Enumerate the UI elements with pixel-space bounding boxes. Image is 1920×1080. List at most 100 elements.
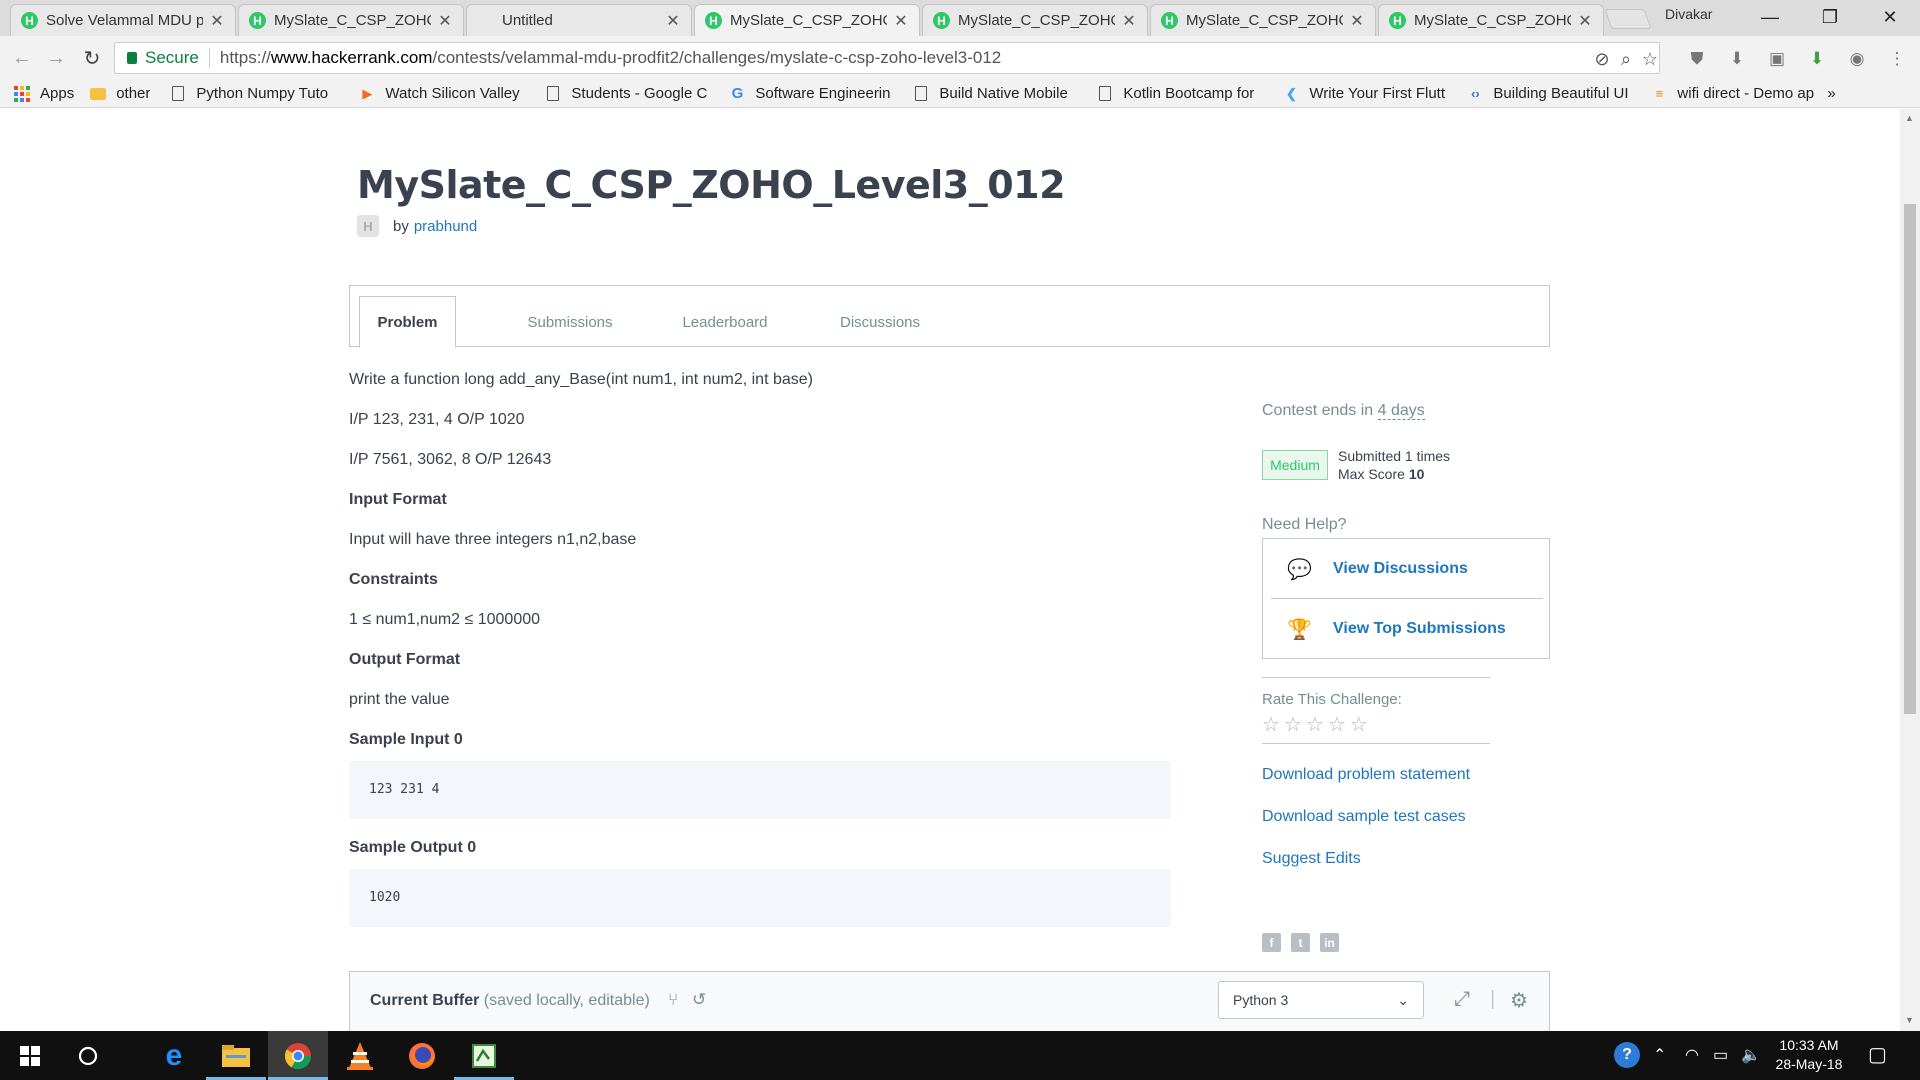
chevron-up-icon[interactable]: ⌃ <box>1653 1045 1666 1065</box>
view-discussions-link[interactable]: 💬 View Discussions <box>1287 544 1468 594</box>
close-tab-icon[interactable]: ✕ <box>437 11 453 31</box>
chrome-menu-icon[interactable]: ⋮ <box>1886 48 1908 70</box>
scrollbar-thumb[interactable] <box>1904 204 1916 714</box>
clock[interactable]: 10:33 AM 28-May-18 <box>1764 1036 1854 1074</box>
bookmark-building-beautiful-ui[interactable]: ‹› Building Beautiful UI <box>1467 85 1637 102</box>
idm-extension-icon[interactable]: ⬇ <box>1806 48 1828 70</box>
download-statement-link[interactable]: Download problem statement <box>1262 766 1470 784</box>
close-tab-icon[interactable]: ✕ <box>1121 11 1137 31</box>
forward-arrow-icon[interactable]: → <box>42 44 70 72</box>
stackoverflow-icon: ≡ <box>1655 86 1664 101</box>
password-extension-icon[interactable]: ▣ <box>1766 48 1788 70</box>
bookmark-software-engineering[interactable]: G Software Engineerin <box>729 85 899 102</box>
bookmark-kotlin-bootcamp[interactable]: Kotlin Bootcamp for <box>1097 85 1269 102</box>
bookmark-python-numpy[interactable]: Python Numpy Tuto <box>170 85 345 102</box>
new-tab-button[interactable] <box>1604 9 1652 29</box>
file-explorer-icon[interactable] <box>206 1031 266 1080</box>
back-arrow-icon[interactable]: ← <box>8 44 36 72</box>
fullscreen-icon[interactable]: ⤢ <box>1454 988 1470 1011</box>
bookmark-wifi-direct[interactable]: ≡ wifi direct - Demo ap <box>1651 85 1821 102</box>
browser-tab-7[interactable]: H MySlate_C_CSP_ZOHO_ ✕ <box>1378 4 1604 36</box>
close-tab-icon[interactable]: ✕ <box>893 11 909 31</box>
more-bookmarks-button[interactable]: » <box>1827 85 1835 102</box>
bookmark-silicon-valley[interactable]: ▶ Watch Silicon Valley <box>359 85 531 102</box>
bookmark-label: Build Native Mobile <box>939 85 1068 102</box>
suggest-edits-link[interactable]: Suggest Edits <box>1262 850 1361 868</box>
view-top-submissions-link[interactable]: 🏆 View Top Submissions <box>1287 604 1506 654</box>
notifications-icon[interactable]: ▢ <box>1868 1042 1887 1067</box>
download-tests-link[interactable]: Download sample test cases <box>1262 808 1466 826</box>
gear-icon[interactable]: ⚙ <box>1510 988 1528 1013</box>
cortana-icon[interactable] <box>58 1031 118 1080</box>
browser-tab-5[interactable]: H MySlate_C_CSP_ZOHO_ ✕ <box>922 4 1148 36</box>
star-2-icon[interactable]: ☆ <box>1284 712 1302 737</box>
browser-tab-2[interactable]: H MySlate_C_CSP_ZOHO_ ✕ <box>238 4 464 36</box>
branch-icon[interactable]: ⑂ <box>668 990 678 1010</box>
blocked-content-icon[interactable]: ⊘ <box>1591 48 1613 70</box>
download-extension-icon[interactable]: ⬇ <box>1726 48 1748 70</box>
zoom-icon[interactable]: ⌕ <box>1615 48 1637 70</box>
wifi-icon[interactable]: ◠ <box>1685 1045 1699 1065</box>
minimize-icon[interactable]: — <box>1740 0 1800 34</box>
scroll-up-icon[interactable]: ▲ <box>1905 113 1914 123</box>
bookmark-flutter[interactable]: ❮ Write Your First Flutt <box>1283 85 1453 102</box>
divider <box>1262 743 1490 744</box>
tab-problem[interactable]: Problem <box>359 296 456 348</box>
bookmark-star-icon[interactable]: ☆ <box>1639 48 1661 70</box>
input-format-text: Input will have three integers n1,n2,bas… <box>349 531 637 548</box>
star-5-icon[interactable]: ☆ <box>1350 712 1368 737</box>
page-icon <box>1097 86 1113 102</box>
facebook-icon[interactable]: f <box>1262 933 1281 952</box>
start-icon[interactable] <box>0 1031 60 1080</box>
star-3-icon[interactable]: ☆ <box>1306 712 1324 737</box>
hackerrank-favicon-icon: H <box>1161 12 1178 29</box>
language-select[interactable]: Python 3 ⌄ <box>1218 981 1424 1019</box>
scroll-down-icon[interactable]: ▼ <box>1905 1015 1914 1025</box>
notepad-icon[interactable] <box>454 1031 514 1080</box>
star-1-icon[interactable]: ☆ <box>1262 712 1280 737</box>
browser-tab-1[interactable]: H Solve Velammal MDU p ✕ <box>10 4 236 36</box>
address-bar[interactable]: Secure https://www.hackerrank.com/contes… <box>114 42 1660 74</box>
chrome-icon[interactable] <box>268 1031 328 1080</box>
browser-tab-title: MySlate_C_CSP_ZOHO_ <box>274 12 431 29</box>
tab-submissions[interactable]: Submissions <box>500 296 640 348</box>
star-4-icon[interactable]: ☆ <box>1328 712 1346 737</box>
bookmark-build-native-mobile[interactable]: Build Native Mobile <box>913 85 1083 102</box>
bookmark-label: Software Engineerin <box>755 85 891 102</box>
volume-icon[interactable]: 🔈 <box>1741 1045 1761 1065</box>
close-tab-icon[interactable]: ✕ <box>209 11 225 31</box>
browser-tab-6[interactable]: H MySlate_C_CSP_ZOHO_ ✕ <box>1150 4 1376 36</box>
close-tab-icon[interactable]: ✕ <box>1577 11 1593 31</box>
battery-icon[interactable]: ▭ <box>1713 1045 1728 1065</box>
bookmark-other[interactable]: other <box>90 85 150 102</box>
bookmark-students-google[interactable]: Students - Google C <box>545 85 715 102</box>
reload-icon[interactable]: ↻ <box>78 44 106 72</box>
bookmark-apps[interactable]: Apps <box>14 85 74 102</box>
browser-toolbar: ← → ↻ Secure https://www.hackerrank.com/… <box>0 36 1920 80</box>
page-scrollbar[interactable]: ▲ ▼ <box>1900 109 1920 1031</box>
shield-extension-icon[interactable]: ⛊ <box>1686 48 1708 70</box>
sample-input-code: 123 231 4 <box>349 761 1171 819</box>
hackerrank-favicon-icon: H <box>1389 12 1406 29</box>
tab-discussions[interactable]: Discussions <box>810 296 950 348</box>
extension-icon[interactable]: ◉ <box>1846 48 1868 70</box>
close-window-icon[interactable]: ✕ <box>1860 0 1920 34</box>
sample-output-heading: Sample Output 0 <box>349 839 477 856</box>
close-tab-icon[interactable]: ✕ <box>665 11 681 31</box>
browser-tab-3[interactable]: Untitled ✕ <box>466 4 692 36</box>
twitter-icon[interactable]: t <box>1291 933 1310 952</box>
firefox-icon[interactable] <box>392 1031 452 1080</box>
profile-name[interactable]: Divakar <box>1665 6 1712 22</box>
vlc-icon[interactable] <box>330 1031 390 1080</box>
linkedin-icon[interactable]: in <box>1320 933 1339 952</box>
history-icon[interactable]: ↺ <box>692 990 706 1010</box>
browser-tab-4-active[interactable]: H MySlate_C_CSP_ZOHO_ ✕ <box>694 4 920 36</box>
tab-leaderboard[interactable]: Leaderboard <box>655 296 795 348</box>
edge-icon[interactable]: e <box>144 1031 204 1080</box>
author-link[interactable]: prabhund <box>414 218 477 235</box>
restore-icon[interactable]: ❐ <box>1800 0 1860 34</box>
help-icon[interactable]: ? <box>1614 1042 1640 1068</box>
code-icon: ‹› <box>1471 86 1480 101</box>
sample-output-code: 1020 <box>349 869 1171 927</box>
close-tab-icon[interactable]: ✕ <box>1349 11 1365 31</box>
